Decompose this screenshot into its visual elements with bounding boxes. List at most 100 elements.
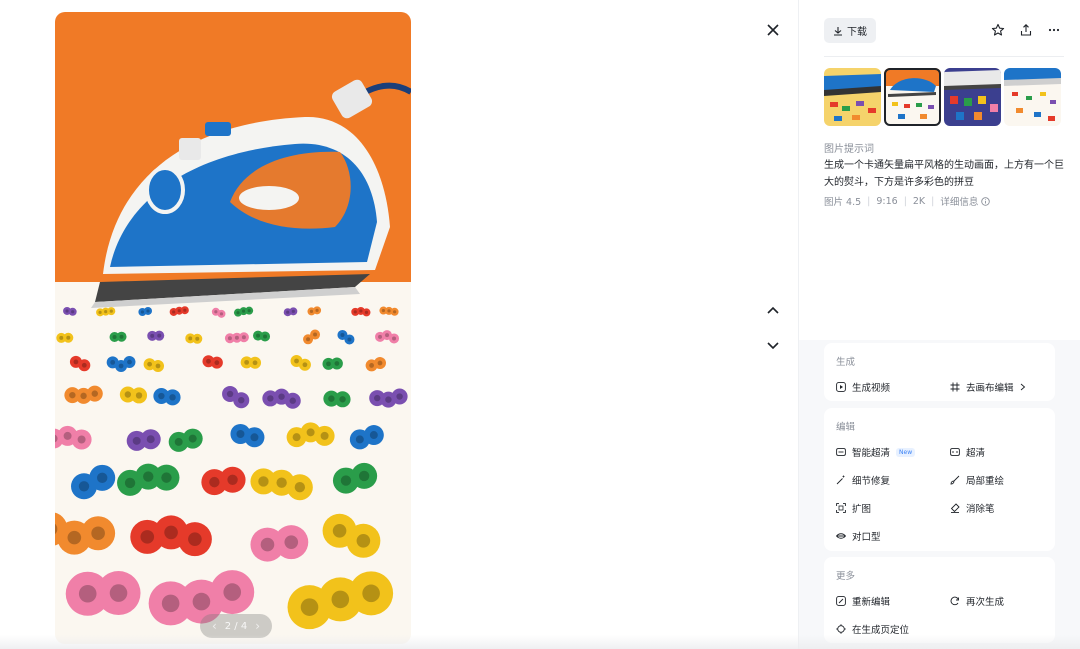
bead-hole [188,532,202,546]
bead-hole [147,361,153,367]
bead-hole [161,472,172,483]
bead-hole [306,428,315,437]
bead-hole [294,358,299,364]
bead-hole [97,472,108,484]
bead-hole [143,471,154,482]
bead-hole [77,435,86,444]
detail-repair-label: 细节修复 [852,476,891,487]
section-more: 更多 重新编辑 再次生成 在生成页定位 [824,557,1055,643]
prompt-label: 图片提示词 [824,144,874,155]
section-title: 更多 [836,571,856,582]
meta-resolution: 2K [912,195,926,207]
expand-label: 扩图 [852,504,872,515]
more-icon[interactable] [1044,20,1064,40]
bead-hole [140,310,145,314]
thumbnail-2[interactable] [884,68,941,126]
bead-hole [169,394,176,401]
bead-hole [192,592,211,611]
chevron-left-icon[interactable]: ‹ [212,619,217,633]
smart-hd-label: 智能超清 [852,448,891,459]
bead-hole [119,334,124,339]
bead-hole [291,309,295,313]
close-icon[interactable] [762,19,784,41]
bead-hole [236,430,245,439]
bead-hole [331,590,350,609]
bead-hole [67,530,82,545]
bead-hole [369,431,378,440]
expand-button[interactable]: 扩图 [836,501,871,515]
inpaint-button[interactable]: 局部重绘 [950,473,1004,487]
generate-video-button[interactable]: 生成视频 [836,380,890,394]
bead-hole [132,436,141,445]
thumbnail-1[interactable] [824,68,881,126]
bead-hole [353,310,357,314]
bead-hole [118,363,124,369]
bead-hole [78,481,90,492]
chevron-up-icon[interactable] [762,299,784,321]
bead-hole [214,360,220,366]
thumbnail-3[interactable] [944,68,1001,126]
bead-hole [340,332,345,337]
bead-hole [124,477,136,489]
re-edit-button[interactable]: 重新编辑 [836,594,890,608]
details-link[interactable]: 详细信息 [940,194,991,208]
share-icon[interactable] [1016,20,1036,40]
bead-hole [247,309,251,313]
prompt-text: 生成一个卡通矢量扁平风格的生动画面，上方有一个巨大的熨斗，下方是许多彩色的拼豆 [824,160,1064,188]
regenerate-button[interactable]: 再次生成 [950,594,1004,608]
bead-hole [332,523,347,538]
chevron-down-icon[interactable] [762,335,784,357]
bead-hole [276,477,287,488]
bead-hole [164,525,178,540]
play-square-icon [836,382,846,392]
bead-hole [340,475,352,486]
toolbar-actions [988,20,1064,40]
canvas-grid-icon [950,382,960,392]
download-button[interactable]: 下载 [824,18,876,43]
smart-hd-icon [836,448,846,456]
bead-hole [127,359,132,365]
bead-hole [140,530,155,544]
bead-hole [313,332,318,337]
bead-hole [300,598,319,616]
smart-hd-button[interactable]: 智能超清 New [836,445,916,459]
generate-video-label: 生成视频 [852,383,891,394]
re-edit-icon [836,596,846,606]
locate-button[interactable]: 在生成页定位 [836,622,909,636]
bead-hole [112,334,117,339]
bead-hole [385,396,392,403]
generated-image[interactable] [55,12,411,644]
download-icon [834,26,842,36]
bead-hole [256,333,261,338]
thumbnail-4[interactable] [1004,68,1061,126]
bead-hole [284,535,299,549]
bead-hole [161,594,180,613]
thumbnail-strip [824,68,1061,126]
bead-hole [396,393,403,400]
eraser-button[interactable]: 消除笔 [950,501,995,515]
canvas-edit-button[interactable]: 去画布编辑 [950,380,1026,394]
bead-hole [209,476,220,488]
bead-hole [347,337,352,342]
bead-hole [393,310,397,314]
lip-sync-button[interactable]: 对口型 [836,529,881,543]
star-icon[interactable] [988,20,1008,40]
inpaint-label: 局部重绘 [966,476,1005,487]
chevron-right-icon[interactable]: › [255,619,260,633]
bead-hole [250,433,259,442]
hd-button[interactable]: 超清 [950,445,985,459]
regenerate-icon [950,596,959,606]
bead-hole [236,311,240,315]
bead-hole [294,482,306,493]
bead-hole [369,363,375,368]
eraser-label: 消除笔 [966,504,995,515]
detail-repair-button[interactable]: 细节修复 [836,473,890,487]
image-pager[interactable]: ‹ 2 / 4 › [200,614,272,638]
bead-hole [69,391,76,399]
bead-hole [214,310,218,314]
bead-hole [358,470,370,482]
bead-hole [392,336,397,341]
bead-hole [362,584,380,603]
bead-hole [381,308,386,313]
bead-hole [309,309,314,314]
